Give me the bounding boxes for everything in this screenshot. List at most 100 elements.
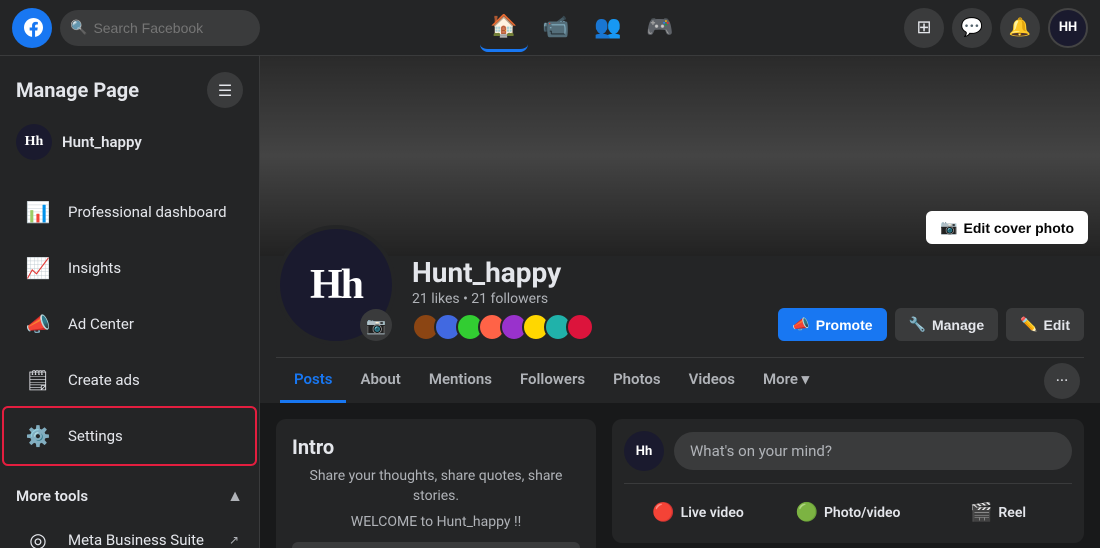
manage-label: Manage: [932, 317, 984, 333]
tab-more[interactable]: More ▾: [749, 358, 823, 403]
intro-card: Intro Share your thoughts, share quotes,…: [276, 419, 596, 548]
tabs-more-button[interactable]: ···: [1044, 363, 1080, 399]
page-avatar-label: Hh: [25, 134, 44, 150]
tabs-row: Posts About Mentions Followers Photos Vi…: [276, 357, 1084, 403]
sidebar-item-meta-business[interactable]: ◎ Meta Business Suite ↗: [4, 512, 255, 548]
live-video-label: Live video: [681, 505, 744, 521]
profile-avatar-label: Hh: [310, 261, 362, 309]
reel-label: Reel: [998, 505, 1026, 521]
composer-avatar: Hh: [624, 431, 664, 471]
sidebar-item-settings[interactable]: ⚙️ Settings: [4, 408, 255, 464]
photo-video-label: Photo/video: [824, 505, 901, 521]
posts-area: Intro Share your thoughts, share quotes,…: [260, 403, 1100, 548]
tab-photos[interactable]: Photos: [599, 358, 675, 403]
page-avatar: Hh: [16, 124, 52, 160]
edit-label: Edit: [1044, 317, 1070, 333]
tab-posts[interactable]: Posts: [280, 358, 346, 403]
manage-icon: 🔧: [909, 316, 926, 333]
settings-icon: ⚙️: [20, 418, 56, 454]
change-photo-button[interactable]: 📷: [360, 309, 392, 341]
profile-section: Hh 📷 Hunt_happy 21 likes • 21 followers: [260, 256, 1100, 403]
tab-mentions[interactable]: Mentions: [415, 358, 506, 403]
notifications-btn[interactable]: 🔔: [1000, 8, 1040, 48]
profile-text: Hunt_happy 21 likes • 21 followers: [412, 256, 762, 345]
follower-avatar-8: [566, 313, 594, 341]
messenger-btn[interactable]: 💬: [952, 8, 992, 48]
sidebar-item-ad-center[interactable]: 📣 Ad Center: [4, 296, 255, 352]
create-ads-icon: 🗒: [20, 362, 56, 398]
home-nav-btn[interactable]: 🏠: [480, 4, 528, 52]
intro-share-text: Share your thoughts, share quotes, share…: [292, 467, 580, 506]
composer-input[interactable]: What's on your mind?: [674, 432, 1072, 470]
promote-flag-icon: 📣: [792, 316, 809, 333]
profile-manage-button[interactable]: 🔧 Manage: [895, 308, 999, 341]
ad-center-label: Ad Center: [68, 315, 134, 333]
search-bar[interactable]: 🔍: [60, 10, 260, 46]
sidebar-header: Manage Page ☰: [0, 56, 259, 116]
profile-edit-button[interactable]: ✏️ Edit: [1006, 308, 1084, 341]
profile-info-row: Hh 📷 Hunt_happy 21 likes • 21 followers: [276, 256, 1084, 357]
sidebar-item-professional-dashboard[interactable]: 📊 Professional dashboard: [4, 184, 255, 240]
intro-welcome-text: WELCOME to Hunt_happy !!: [292, 514, 580, 530]
sidebar-title: Manage Page: [16, 78, 139, 102]
nav-right: ⊞ 💬 🔔 HH: [904, 8, 1088, 48]
edit-cover-label: Edit cover photo: [964, 220, 1074, 236]
tab-videos[interactable]: Videos: [675, 358, 749, 403]
edit-icon: ✏️: [1020, 316, 1037, 333]
profile-stats: 21 likes • 21 followers: [412, 291, 762, 307]
camera-icon: 📷: [940, 219, 957, 236]
reel-button[interactable]: 🎬 Reel: [924, 494, 1072, 531]
page-name-label: Hunt_happy: [62, 133, 142, 151]
main-layout: Manage Page ☰ Hh Hunt_happy 📊 Profession…: [0, 56, 1100, 548]
insights-icon: 📈: [20, 250, 56, 286]
settings-label: Settings: [68, 427, 123, 445]
more-tools-chevron-icon: ▲: [227, 486, 243, 506]
followers-avatars: [412, 313, 762, 341]
nav-center: 🏠 📹 👥 🎮: [268, 4, 896, 52]
live-video-icon: 🔴: [652, 502, 674, 523]
professional-dashboard-icon: 📊: [20, 194, 56, 230]
main-content: 📷 Edit cover photo Hh 📷 Hunt_happy 21 li…: [260, 56, 1100, 548]
gaming-nav-btn[interactable]: 🎮: [636, 4, 684, 52]
profile-avatar-wrap: Hh 📷: [276, 225, 396, 345]
search-icon: 🔍: [70, 20, 87, 36]
external-link-icon: ↗: [229, 533, 239, 547]
right-panel: Hh What's on your mind? 🔴 Live video 🟢 P…: [612, 419, 1084, 548]
reel-icon: 🎬: [970, 502, 992, 523]
search-input[interactable]: [93, 20, 233, 36]
grid-btn[interactable]: ⊞: [904, 8, 944, 48]
post-composer: Hh What's on your mind? 🔴 Live video 🟢 P…: [612, 419, 1084, 543]
more-tools-section[interactable]: More tools ▲: [0, 480, 259, 512]
professional-dashboard-label: Professional dashboard: [68, 203, 227, 221]
photo-video-button[interactable]: 🟢 Photo/video: [774, 494, 922, 531]
edit-bio-button[interactable]: Edit bio: [292, 542, 580, 548]
user-avatar[interactable]: HH: [1048, 8, 1088, 48]
sidebar-item-insights[interactable]: 📈 Insights: [4, 240, 255, 296]
tab-followers[interactable]: Followers: [506, 358, 599, 403]
profile-promote-button[interactable]: 📣 Promote: [778, 308, 886, 341]
video-nav-btn[interactable]: 📹: [532, 4, 580, 52]
composer-actions: 🔴 Live video 🟢 Photo/video 🎬 Reel: [624, 483, 1072, 531]
composer-row: Hh What's on your mind?: [624, 431, 1072, 471]
sidebar-item-create-ads[interactable]: 🗒 Create ads: [4, 352, 255, 408]
top-nav: 🔍 🏠 📹 👥 🎮 ⊞ 💬 🔔 HH: [0, 0, 1100, 56]
more-tools-label: More tools: [16, 487, 88, 505]
people-nav-btn[interactable]: 👥: [584, 4, 632, 52]
profile-name: Hunt_happy: [412, 256, 762, 289]
promote-label: Promote: [816, 317, 873, 333]
intro-title: Intro: [292, 435, 580, 459]
tab-about[interactable]: About: [346, 358, 414, 403]
create-ads-label: Create ads: [68, 371, 140, 389]
edit-cover-photo-button[interactable]: 📷 Edit cover photo: [926, 211, 1088, 244]
avatar-label: HH: [1059, 20, 1077, 35]
insights-label: Insights: [68, 259, 121, 277]
profile-actions: 📣 Promote 🔧 Manage ✏️ Edit: [778, 308, 1084, 345]
page-item[interactable]: Hh Hunt_happy: [0, 116, 259, 168]
facebook-logo[interactable]: [12, 8, 52, 48]
sidebar-toggle-btn[interactable]: ☰: [207, 72, 243, 108]
sidebar: Manage Page ☰ Hh Hunt_happy 📊 Profession…: [0, 56, 260, 548]
ad-center-icon: 📣: [20, 306, 56, 342]
meta-business-label: Meta Business Suite: [68, 531, 204, 548]
live-video-button[interactable]: 🔴 Live video: [624, 494, 772, 531]
meta-business-icon: ◎: [20, 522, 56, 548]
